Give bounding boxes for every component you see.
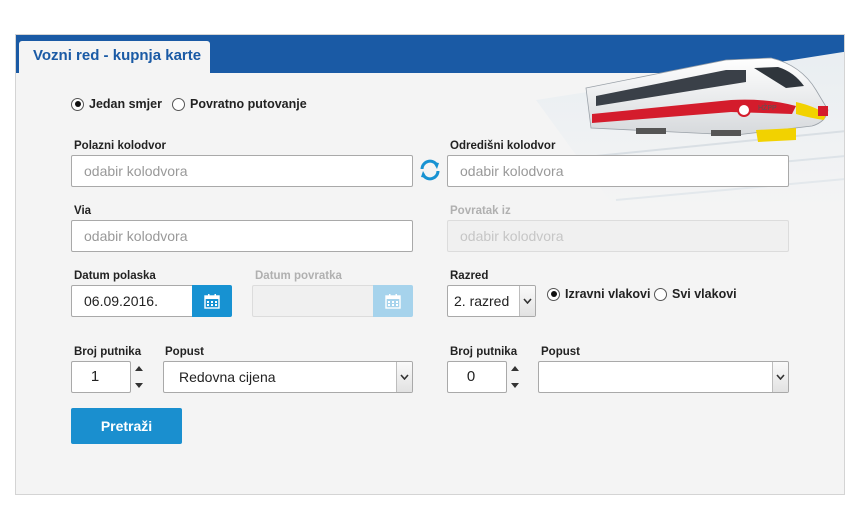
train-logo: HŽPP (758, 103, 777, 112)
spinner-arrows-icon[interactable] (509, 361, 521, 393)
passenger-count-2-input[interactable]: 0 (447, 361, 507, 393)
radio-all-trains[interactable]: Svi vlakovi (654, 287, 737, 301)
class-select[interactable]: 2. razred (447, 285, 536, 317)
calendar-icon (204, 294, 220, 309)
chevron-down-icon (772, 362, 788, 392)
departure-date-label: Datum polaska (74, 270, 156, 282)
discount-select[interactable]: Redovna cijena (163, 361, 413, 393)
swap-stations-icon[interactable] (418, 158, 442, 182)
via-label: Via (74, 205, 92, 217)
spinner-arrows-icon[interactable] (133, 361, 145, 393)
discount-label: Popust (165, 346, 204, 358)
radio-dot (654, 287, 667, 301)
radio-all-trains-label: Svi vlakovi (672, 287, 737, 301)
return-from-label: Povratak iz (450, 205, 511, 217)
radio-one-way-label: Jedan smjer (89, 97, 162, 111)
timetable-panel: Vozni red - kupnja karte HŽPP Jedan smje… (15, 34, 845, 495)
departure-calendar-button[interactable] (192, 285, 232, 317)
calendar-icon (385, 294, 401, 309)
departure-station-label: Polazni kolodvor (74, 140, 167, 152)
departure-date-input[interactable]: 06.09.2016. (71, 285, 193, 317)
radio-direct-trains-label: Izravni vlakovi (565, 287, 651, 301)
radio-dot (71, 97, 84, 111)
return-date-label: Datum povratka (255, 270, 342, 282)
discount-2-select[interactable] (538, 361, 789, 393)
radio-return-label: Povratno putovanje (190, 97, 307, 111)
return-calendar-button (373, 285, 413, 317)
return-date-input (252, 285, 374, 317)
radio-one-way[interactable]: Jedan smjer (71, 97, 162, 111)
tab-timetable[interactable]: Vozni red - kupnja karte (19, 41, 210, 75)
via-input[interactable]: odabir kolodvora (71, 220, 413, 252)
chevron-down-icon (519, 286, 535, 316)
departure-station-input[interactable]: odabir kolodvora (71, 155, 413, 187)
search-button[interactable]: Pretraži (71, 408, 182, 444)
radio-dot (172, 97, 185, 111)
class-select-value: 2. razred (454, 293, 510, 309)
radio-direct-trains[interactable]: Izravni vlakovi (547, 287, 650, 301)
discount-select-value: Redovna cijena (179, 369, 276, 385)
passengers-label: Broj putnika (74, 346, 142, 358)
radio-return[interactable]: Povratno putovanje (172, 97, 307, 111)
radio-dot (547, 287, 560, 301)
destination-station-input[interactable]: odabir kolodvora (447, 155, 789, 187)
discount-2-label: Popust (541, 346, 580, 358)
passengers-2-label: Broj putnika (450, 346, 518, 358)
passenger-count-input[interactable]: 1 (71, 361, 131, 393)
destination-station-label: Odredišni kolodvor (450, 140, 556, 152)
class-label: Razred (450, 270, 489, 282)
return-from-input: odabir kolodvora (447, 220, 789, 252)
chevron-down-icon (396, 362, 412, 392)
